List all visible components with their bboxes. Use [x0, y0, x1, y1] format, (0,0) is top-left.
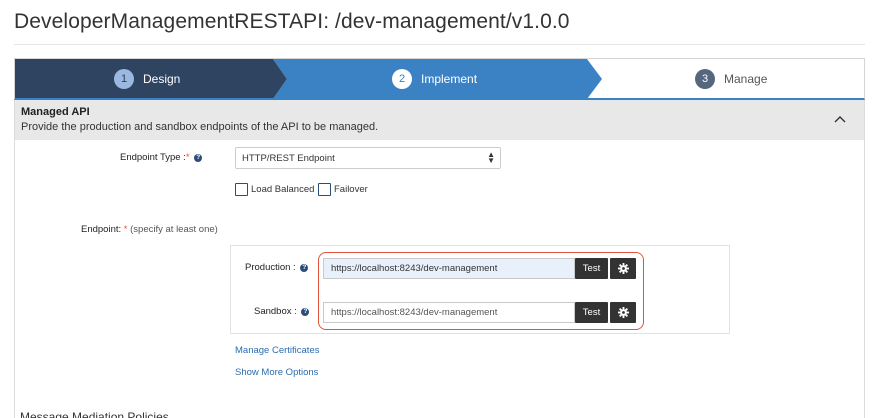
endpoint-text: Endpoint:: [81, 224, 122, 235]
checkbox-box[interactable]: [318, 183, 331, 196]
required-mark: *: [185, 152, 190, 163]
endpoint-type-label: Endpoint Type :* ?: [120, 152, 203, 163]
gear-icon: [617, 263, 629, 274]
step-number: 1: [114, 69, 134, 89]
load-balanced-label: Load Balanced: [251, 184, 315, 195]
step-number: 2: [392, 69, 412, 89]
wizard-step-manage[interactable]: 3 Manage: [695, 59, 768, 98]
step-number: 3: [695, 69, 715, 89]
production-settings-button[interactable]: [610, 258, 636, 279]
endpoint-type-text: Endpoint Type :: [120, 152, 186, 163]
wizard-step-implement[interactable]: 2 Implement: [392, 59, 478, 98]
endpoint-hint: (specify at least one): [130, 224, 218, 235]
sandbox-endpoint-input[interactable]: https://localhost:8243/dev-management: [323, 302, 575, 323]
panel-header[interactable]: Managed API Provide the production and s…: [15, 100, 864, 140]
sandbox-label: Sandbox : ?: [254, 306, 310, 317]
failover-checkbox[interactable]: Failover: [318, 183, 368, 196]
question-circle-icon[interactable]: ?: [300, 264, 309, 272]
sandbox-settings-button[interactable]: [610, 302, 636, 323]
production-endpoint-input[interactable]: https://localhost:8243/dev-management: [323, 258, 575, 279]
question-circle-icon[interactable]: ?: [301, 308, 310, 316]
failover-label: Failover: [334, 184, 368, 195]
production-label: Production : ?: [245, 262, 309, 273]
gear-icon: [617, 307, 629, 318]
panel-description: Provide the production and sandbox endpo…: [21, 121, 379, 133]
load-balanced-checkbox[interactable]: Load Balanced: [235, 183, 314, 196]
select-caret-icon: ▲ ▼: [487, 150, 495, 165]
page-title: DeveloperManagementRESTAPI: /dev-managem…: [14, 10, 570, 33]
title-divider: [14, 44, 865, 45]
section-heading: Message Mediation Policies: [20, 410, 169, 418]
question-circle-icon[interactable]: ?: [194, 154, 203, 162]
endpoint-label: Endpoint: * (specify at least one): [81, 224, 218, 235]
show-more-options-link[interactable]: Show More Options: [235, 367, 318, 378]
required-mark: *: [123, 224, 128, 235]
step-label: Manage: [724, 72, 768, 86]
wizard-steps: 1 Design 2 Implement 3 Manage: [14, 58, 865, 100]
endpoint-type-value: HTTP/REST Endpoint: [242, 153, 335, 164]
panel-title: Managed API: [21, 106, 90, 118]
manage-certificates-link[interactable]: Manage Certificates: [235, 345, 319, 356]
wizard-step-design[interactable]: 1 Design: [114, 59, 181, 98]
chevron-up-icon[interactable]: [832, 111, 848, 127]
checkbox-box[interactable]: [235, 183, 248, 196]
production-test-button[interactable]: Test: [575, 258, 608, 279]
production-text: Production :: [245, 262, 296, 273]
step-label: Implement: [421, 72, 478, 86]
step-label: Design: [143, 72, 181, 86]
endpoint-type-select[interactable]: HTTP/REST Endpoint ▲ ▼: [235, 147, 501, 169]
sandbox-test-button[interactable]: Test: [575, 302, 608, 323]
sandbox-text: Sandbox :: [254, 306, 297, 317]
